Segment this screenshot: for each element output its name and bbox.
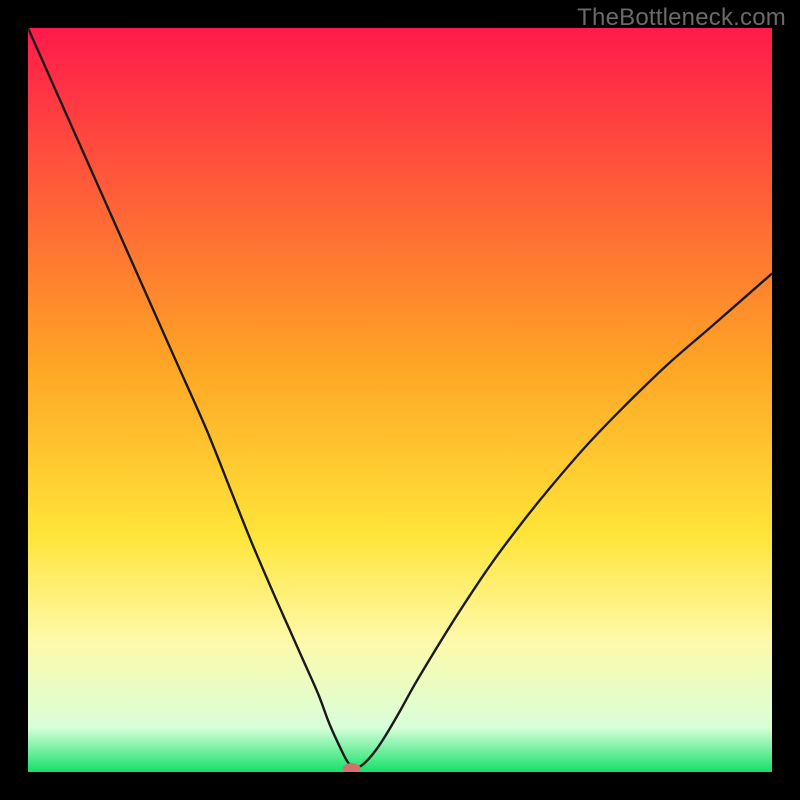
chart-svg bbox=[28, 28, 772, 772]
gradient-background bbox=[28, 28, 772, 772]
chart-frame: TheBottleneck.com bbox=[0, 0, 800, 800]
plot-area bbox=[28, 28, 772, 772]
